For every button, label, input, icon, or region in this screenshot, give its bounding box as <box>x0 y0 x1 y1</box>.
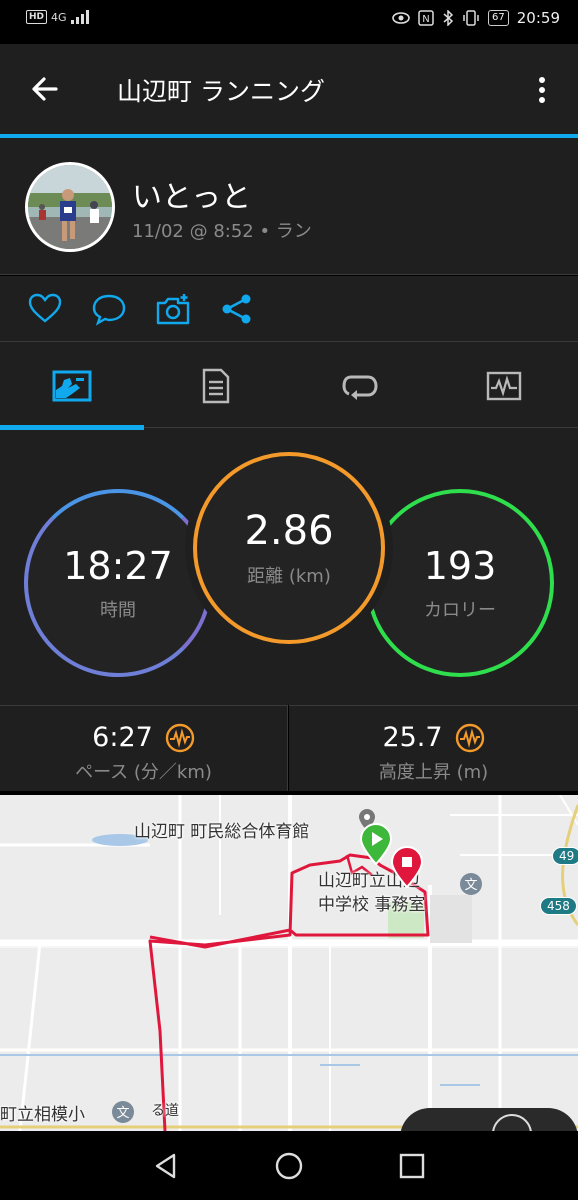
svg-text:文: 文 <box>464 878 477 893</box>
add-photo-icon[interactable] <box>155 292 191 326</box>
pace-label: ペース (分／km) <box>75 762 212 783</box>
tab-bar <box>0 342 578 430</box>
comment-icon[interactable] <box>91 292 127 326</box>
pulse-icon <box>455 723 484 752</box>
hd-badge: HD <box>26 10 48 24</box>
battery-indicator: 67 <box>488 10 509 26</box>
route-map[interactable]: 山辺町 町民総合体育館 山辺町立山辺 中学校 事務室 文 文 町立相模小 る道 … <box>0 795 578 1131</box>
signal-icon <box>70 10 89 24</box>
laps-icon <box>342 375 378 400</box>
action-bar <box>0 276 578 342</box>
svg-text:N: N <box>422 14 429 25</box>
details-icon <box>202 368 230 404</box>
tab-details[interactable] <box>144 342 288 430</box>
arrow-left-icon[interactable] <box>28 72 62 106</box>
vibrate-icon <box>463 10 479 26</box>
school-icon: 文 <box>460 873 482 895</box>
avatar[interactable] <box>25 162 115 252</box>
pace-value: 6:27 <box>92 722 153 753</box>
distance-value: 2.86 <box>244 508 334 554</box>
eye-comfort-icon <box>392 12 410 24</box>
page-title: 山辺町 ランニング <box>117 77 325 106</box>
map-overlay-control[interactable] <box>400 1108 578 1131</box>
activity-meta: 11/02 @ 8:52 • ラン <box>132 221 312 242</box>
pulse-icon <box>165 723 195 752</box>
tab-stats[interactable] <box>0 342 144 430</box>
heart-icon[interactable] <box>27 292 63 326</box>
map-label-school-office: 中学校 事務室 <box>318 895 426 915</box>
route-badge-49: 49 <box>552 847 578 865</box>
calories-label: カロリー <box>424 600 496 621</box>
nav-back-icon[interactable] <box>151 1151 181 1181</box>
calories-value: 193 <box>423 544 497 588</box>
share-icon[interactable] <box>219 292 255 326</box>
start-marker-icon <box>359 823 393 865</box>
tab-chart[interactable] <box>432 342 576 430</box>
activity-header: いとっと 11/02 @ 8:52 • ラン <box>0 138 578 275</box>
elevation-label: 高度上昇 (m) <box>378 762 489 783</box>
play-control-circle[interactable] <box>492 1114 532 1131</box>
route-badge-458: 458 <box>540 897 577 915</box>
clock: 20:59 <box>516 9 560 27</box>
calories-stat: 193 カロリー <box>366 489 554 677</box>
nav-home-icon[interactable] <box>274 1151 304 1181</box>
time-value: 18:27 <box>63 544 173 588</box>
athlete-name[interactable]: いとっと <box>132 172 251 216</box>
nfc-icon: N <box>418 10 434 26</box>
time-stat: 18:27 時間 <box>24 489 212 677</box>
system-nav-bar <box>0 1131 578 1200</box>
distance-stat: 2.86 距離 (km) <box>193 452 385 644</box>
stats-icon <box>52 370 92 402</box>
bluetooth-icon <box>443 10 454 26</box>
elevation-value: 25.7 <box>382 722 443 753</box>
map-label-gym: 山辺町 町民総合体育館 <box>134 822 310 842</box>
time-label: 時間 <box>100 600 136 621</box>
chart-icon <box>486 371 522 401</box>
nav-recents-icon[interactable] <box>397 1151 427 1181</box>
status-bar: HD 4G N 67 20:59 <box>0 0 578 44</box>
tab-divider <box>144 427 578 428</box>
network-type: 4G <box>51 10 67 24</box>
svg-text:文: 文 <box>116 1106 129 1121</box>
app-bar: 山辺町 ランニング <box>0 44 578 134</box>
finish-marker-icon <box>390 846 424 888</box>
map-label-school-bottom: 町立相模小 <box>0 1105 85 1125</box>
map-label-road: る道 <box>151 1103 179 1119</box>
tab-laps[interactable] <box>288 342 432 430</box>
elevation-metric[interactable]: 25.7 高度上昇 (m) <box>289 705 578 791</box>
more-vertical-icon[interactable] <box>530 74 554 106</box>
school-icon: 文 <box>112 1101 134 1123</box>
distance-label: 距離 (km) <box>247 566 331 587</box>
pace-metric[interactable]: 6:27 ペース (分／km) <box>0 705 288 791</box>
